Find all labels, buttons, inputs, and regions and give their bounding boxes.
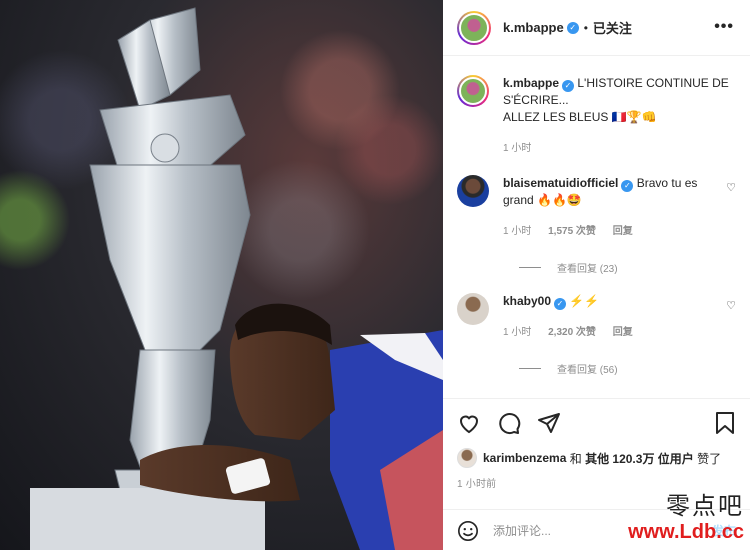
like-heart-icon[interactable] [457, 411, 481, 435]
post-photo[interactable] [0, 0, 443, 550]
comment-bubble-icon[interactable] [497, 411, 521, 435]
commenter-username[interactable]: khaby00 [503, 294, 551, 308]
view-replies-label: 查看回复 (56) [557, 365, 618, 376]
likes-connector: 和 [569, 451, 582, 466]
view-replies-label: 查看回复 (23) [557, 264, 618, 275]
comment-like-heart-icon[interactable]: ♡ [726, 181, 736, 194]
verified-badge-icon: ✓ [621, 180, 634, 192]
post-side-panel: k.mbappe ✓ • 已关注 ••• k.mbappe ✓ L'HISTOIR… [443, 0, 750, 550]
caption-username[interactable]: k.mbappe [503, 76, 559, 90]
header-separator: • [583, 20, 588, 35]
replies-divider-line [519, 368, 541, 369]
comment-item: blaisematuidiofficiel ✓ Bravo tu es grand… [457, 157, 736, 240]
commenter-avatar[interactable] [457, 175, 489, 207]
author-username[interactable]: k.mbappe [503, 20, 564, 35]
author-avatar[interactable] [457, 10, 491, 45]
post-comment-button[interactable]: 发布 [712, 522, 736, 539]
comment-text: ⚡⚡ [569, 294, 600, 308]
replies-divider-line [519, 267, 541, 268]
liker-avatar[interactable] [457, 448, 477, 468]
view-replies-button[interactable]: 查看回复 (23) [519, 260, 736, 275]
more-options-icon[interactable]: ••• [714, 18, 734, 36]
comment-time[interactable]: 1 小时 [503, 327, 531, 338]
comment-like-count[interactable]: 1,575 次赞 [548, 226, 596, 237]
commenter-avatar[interactable] [457, 293, 489, 325]
caption-text-line2: ALLEZ LES BLEUS 🇫🇷🏆👊 [503, 110, 657, 124]
caption-avatar[interactable] [457, 75, 489, 107]
likes-suffix: 赞了 [697, 451, 722, 466]
comments-scroll-area[interactable]: k.mbappe ✓ L'HISTOIRE CONTINUE DE S'ÉCRIR… [443, 57, 750, 390]
post-header: k.mbappe ✓ • 已关注 ••• [443, 0, 750, 56]
post-actions-bar [443, 399, 750, 447]
comment-reply-button[interactable]: 回复 [613, 226, 633, 237]
post-caption: k.mbappe ✓ L'HISTOIRE CONTINUE DE S'ÉCRIR… [457, 57, 736, 157]
trophy-graphic [89, 7, 251, 491]
photo-scene [30, 7, 443, 550]
post-timestamp[interactable]: 1 小时前 [443, 469, 750, 490]
comment-reply-button[interactable]: 回复 [613, 327, 633, 338]
likes-others-count[interactable]: 其他 120.3万 位用户 [585, 450, 694, 467]
emoji-smiley-icon[interactable] [457, 520, 479, 542]
comment-like-count[interactable]: 2,320 次赞 [548, 327, 596, 338]
commenter-username[interactable]: blaisematuidiofficiel [503, 176, 618, 190]
verified-badge-icon: ✓ [562, 80, 575, 92]
verified-badge-icon: ✓ [554, 298, 567, 310]
add-comment-bar: 添加评论... 发布 [443, 509, 750, 550]
post-footer: karimbenzema 和 其他 120.3万 位用户 赞了 1 小时前 添加… [443, 398, 750, 541]
comment-item: 433✓ 🙏🏻😂 [457, 376, 736, 390]
comment-time[interactable]: 1 小时 [503, 226, 531, 237]
liker-username[interactable]: karimbenzema [483, 451, 566, 465]
caption-time[interactable]: 1 小时 [503, 143, 531, 154]
share-paper-plane-icon[interactable] [537, 411, 561, 435]
likes-summary: karimbenzema 和 其他 120.3万 位用户 赞了 [443, 447, 750, 469]
following-button[interactable]: 已关注 [593, 18, 632, 37]
comment-like-heart-icon[interactable]: ♡ [726, 299, 736, 312]
view-replies-button[interactable]: 查看回复 (56) [519, 361, 736, 376]
comment-input[interactable]: 添加评论... [493, 522, 551, 539]
verified-badge-icon: ✓ [566, 21, 579, 34]
comment-item: khaby00 ✓ ⚡⚡ 1 小时 2,320 次赞 回复 ♡ [457, 275, 736, 341]
bookmark-icon[interactable] [714, 411, 736, 435]
